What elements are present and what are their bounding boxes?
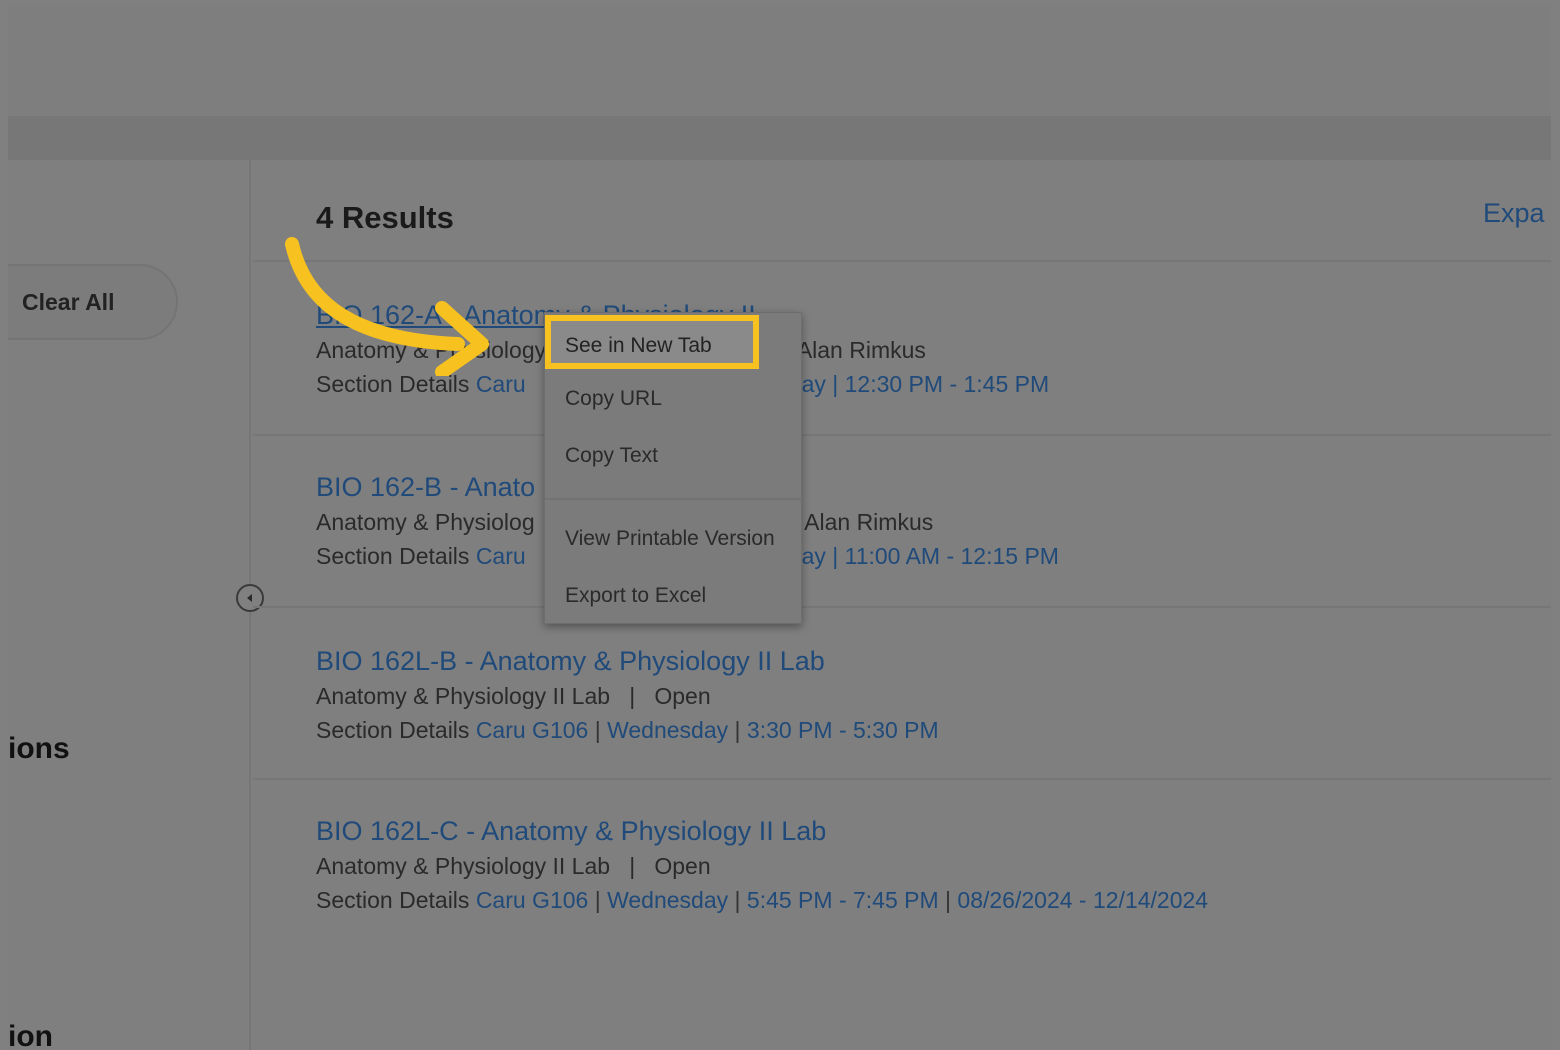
result-meta: Anatomy & Physiology II Lab | Open [316,853,711,879]
menu-item-see-in-new-tab[interactable]: See in New Tab [545,315,759,369]
separator: | [734,887,741,913]
result-item: BIO 162-B - Anato Anatomy & Physiolog Al… [316,470,1516,573]
result-item: BIO 162L-B - Anatomy & Physiology II Lab… [316,644,1516,747]
result-title-link[interactable]: BIO 162-A - Anatomy & Physiology II [316,298,1516,333]
meeting-day: Wednesday [607,887,729,913]
meeting-time: 3:30 PM - 5:30 PM [746,717,939,743]
expand-all-link[interactable]: Expa [1483,198,1545,229]
meeting-time: lay | 11:00 AM - 12:15 PM [796,543,1059,569]
details-label: Section Details [316,371,470,397]
separator: | [594,717,601,743]
result-title-link[interactable]: BIO 162-B - Anato [316,470,1516,505]
details-label: Section Details [316,543,470,569]
meeting-time: lay | 12:30 PM - 1:45 PM [796,371,1050,397]
result-details: Section Details Caru G106 | Wednesday | … [316,713,1516,747]
separator: | [734,717,741,743]
subheader-band [8,116,1551,160]
result-item: BIO 162L-C - Anatomy & Physiology II Lab… [316,814,1516,917]
result-meta: Anatomy & Physiology II Alan Rimkus [316,333,1516,367]
meeting-day: Wednesday [607,717,729,743]
instructor-name: Alan Rimkus [796,337,926,363]
location-link[interactable]: Caru G106 [476,717,589,743]
details-label: Section Details [316,887,470,913]
result-item: BIO 162-A - Anatomy & Physiology II Anat… [316,298,1516,401]
details-label: Section Details [316,717,470,743]
context-menu: See in New Tab Copy URL Copy Text View P… [544,312,802,624]
result-details: Section Details Caru lay | 12:30 PM - 1:… [316,367,1516,401]
results-count: 4 Results [316,200,454,235]
result-title-link[interactable]: BIO 162L-C - Anatomy & Physiology II Lab [316,814,1516,849]
menu-item-copy-text[interactable]: Copy Text [545,433,801,479]
location-link[interactable]: Caru [476,543,526,569]
divider [253,778,1551,780]
date-range: 08/26/2024 - 12/14/2024 [957,887,1209,913]
sidebar-section-heading: ions [8,732,70,765]
separator: | [594,887,601,913]
header-band [8,4,1551,116]
divider [253,260,1551,262]
result-meta: Anatomy & Physiolog Alan Rimkus [316,505,1516,539]
course-name: Anatomy & Physiolog [316,509,535,535]
location-link[interactable]: Caru G106 [476,887,589,913]
menu-item-copy-url[interactable]: Copy URL [545,376,801,422]
result-title-link[interactable]: BIO 162L-B - Anatomy & Physiology II Lab [316,644,1516,679]
menu-item-view-printable-version[interactable]: View Printable Version [545,516,801,562]
clear-all-button[interactable]: Clear All [8,264,178,340]
menu-separator [545,498,801,500]
divider [253,606,1551,608]
result-details: Section Details Caru G106 | Wednesday | … [316,883,1516,917]
page-frame: Clear All ions ion 4 Results Expa BIO 16… [8,4,1551,1050]
menu-item-export-to-excel[interactable]: Export to Excel [545,573,801,619]
location-link[interactable]: Caru [476,371,526,397]
course-name: Anatomy & Physiology II [316,337,566,363]
result-meta: Anatomy & Physiology II Lab | Open [316,683,711,709]
filter-sidebar: Clear All ions ion [8,160,251,1050]
results-panel: 4 Results Expa BIO 162-A - Anatomy & Phy… [253,160,1551,1050]
sidebar-section-heading: ion [8,1020,53,1050]
divider [253,434,1551,436]
meeting-time: 5:45 PM - 7:45 PM [746,887,939,913]
instructor-name: Alan Rimkus [804,509,934,535]
separator: | [945,887,952,913]
result-details: Section Details Caru lay | 11:00 AM - 12… [316,539,1516,573]
